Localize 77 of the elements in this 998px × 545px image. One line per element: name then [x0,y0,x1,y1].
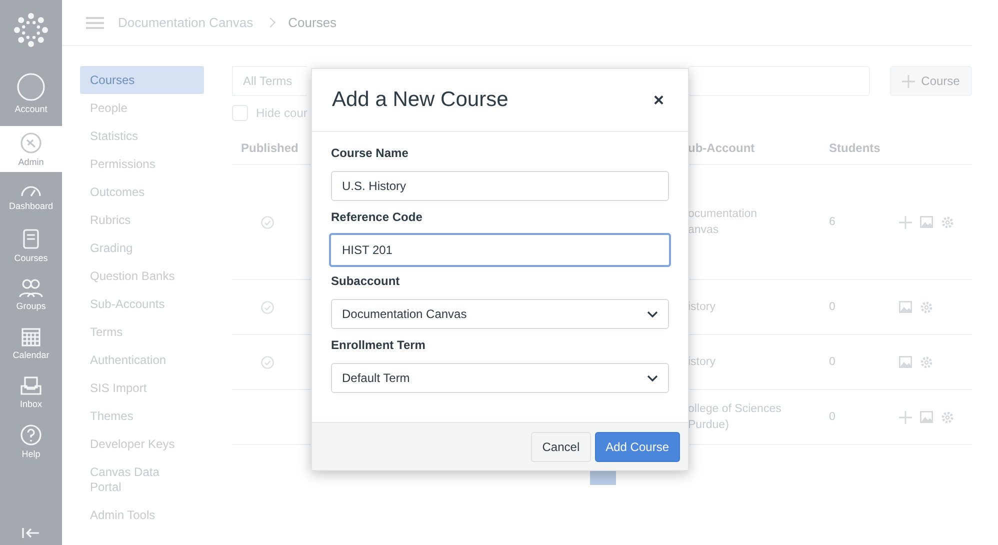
sub-nav-item[interactable]: Canvas Data Portal [80,458,204,501]
chevron-icon [647,374,658,382]
sub-nav-item[interactable]: Admin Tools [80,501,204,529]
nav-link[interactable]: Inbox [0,368,62,417]
add-icon[interactable] [899,216,912,228]
settings-icon[interactable] [941,410,954,424]
settings-icon[interactable] [941,216,954,228]
published-icon[interactable] [260,356,274,368]
book-icon [22,228,40,250]
menu-icon[interactable] [86,16,104,28]
collapse-icon [21,527,41,539]
checkbox[interactable] [232,104,248,120]
nav-link[interactable]: Admin [0,126,62,172]
logo-icon [12,11,50,49]
nav-link[interactable]: Groups [0,270,62,319]
sub-nav-item[interactable]: Statistics [80,122,204,150]
sub-nav-item[interactable]: Permissions [80,150,204,178]
field-label: Enrollment Term [331,338,426,354]
table-cell: 6 [829,216,836,228]
breadcrumb-link[interactable]: Courses [288,15,337,30]
table-cell-text: istory [688,300,716,315]
nav-link[interactable]: Help [0,417,62,466]
table-cell-text: ocumentation [688,207,758,222]
add-icon[interactable] [899,410,912,424]
table-cell-text: anvas [688,223,719,238]
published-icon[interactable] [260,300,274,314]
sub-nav-item[interactable]: Rubrics [80,206,204,234]
select-field[interactable]: Documentation Canvas [331,299,669,329]
sub-nav-item[interactable]: Themes [80,402,204,430]
nav-link[interactable]: Dashboard [0,172,62,221]
inbox-icon [20,376,42,396]
sub-nav-item[interactable]: Courses [80,66,204,94]
sub-nav-item[interactable]: SIS Import [80,374,204,402]
text-field[interactable]: HIST 201 [329,233,671,267]
term-select[interactable]: All Terms [232,66,307,96]
table-cell-text: ollege of Sciences [688,402,782,417]
chevron-icon [647,310,658,318]
sub-nav-item[interactable]: Outcomes [80,178,204,206]
text-field[interactable]: U.S. History [331,171,669,201]
column-header: Students [829,131,899,165]
sub-nav-item[interactable]: Question Banks [80,262,204,290]
plus-icon [902,74,916,88]
dialog-title: Add a New Course [332,88,508,112]
field-label: Reference Code [331,210,424,226]
help-icon [20,424,42,446]
close-button[interactable]: × [649,90,668,110]
nav-link[interactable]: Calendar [0,319,62,368]
image-icon[interactable] [920,411,933,423]
sub-nav-item[interactable]: Grading [80,234,204,262]
table-cell: 0 [829,356,836,368]
image-icon[interactable] [899,301,912,313]
select-field[interactable]: Default Term [331,363,669,393]
sub-nav-item[interactable]: Sub-Accounts [80,290,204,318]
nav-link[interactable]: Account [0,60,62,126]
sub-nav-item[interactable]: People [80,94,204,122]
table-cell-text: Purdue) [688,418,729,433]
sub-nav-item[interactable]: Authentication [80,346,204,374]
cancel-button[interactable]: Cancel [531,432,591,462]
published-icon[interactable] [260,216,274,228]
nav-link[interactable]: Courses [0,221,62,270]
sub-nav-item[interactable]: Terms [80,318,204,346]
people-icon [19,278,43,298]
search-field[interactable] [688,66,870,96]
avatar-icon [17,72,45,100]
image-icon[interactable] [899,356,912,368]
add-course-button[interactable]: Course [890,66,972,96]
settings-icon[interactable] [920,356,933,368]
settings-icon[interactable] [920,300,933,314]
image-icon[interactable] [920,216,933,228]
field-label: Subaccount [331,274,401,290]
table-cell-text: istory [688,355,716,370]
field-label: Course Name [331,146,410,162]
table-cell: 0 [829,411,836,423]
add-course-button[interactable]: Add Course [594,432,680,462]
calendar-icon [21,327,41,347]
table-cell: 0 [829,301,836,313]
sub-nav-item[interactable]: Developer Keys [80,430,204,458]
